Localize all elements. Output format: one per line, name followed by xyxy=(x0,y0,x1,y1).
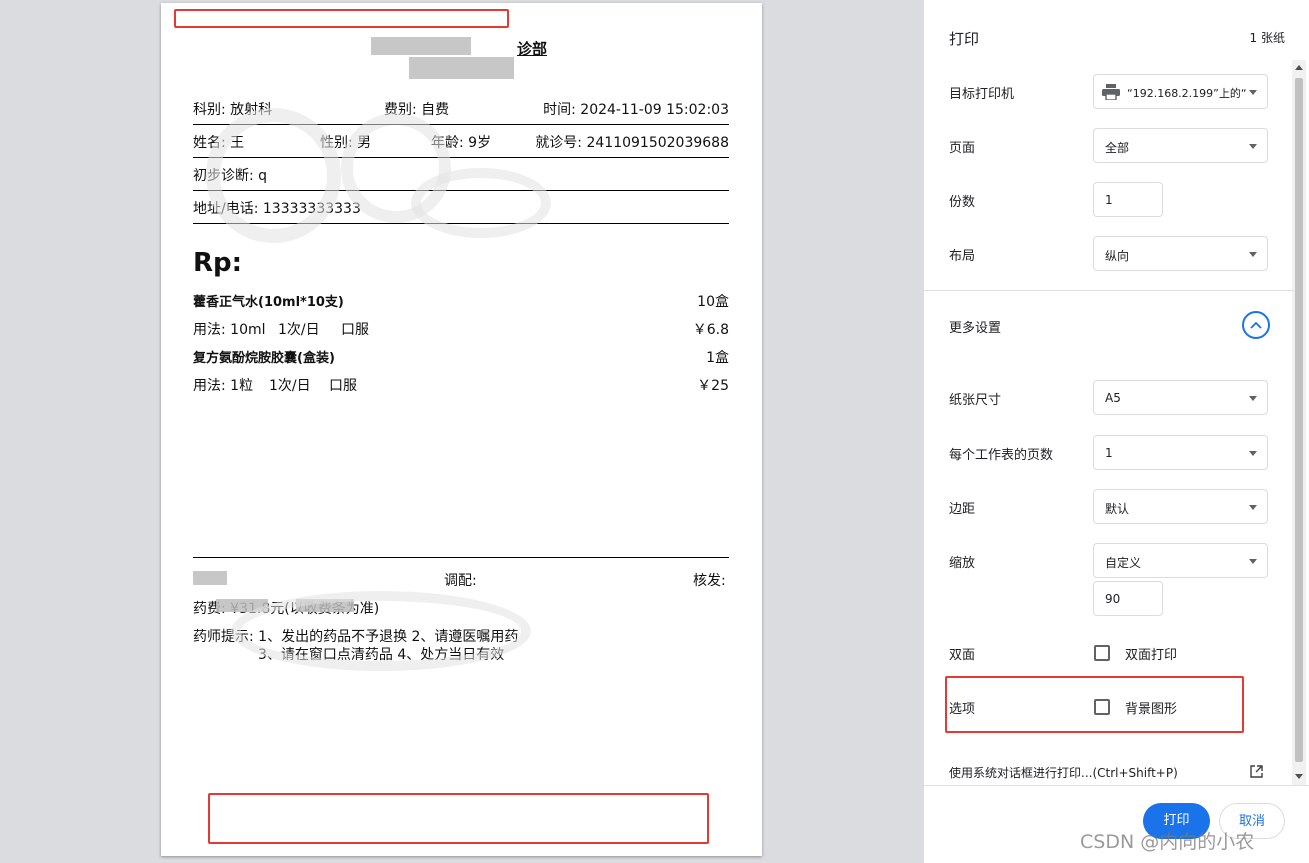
margins-value: 默认 xyxy=(1105,502,1130,516)
pages-value: 全部 xyxy=(1105,141,1130,155)
printer-value: “192.168.2.199”上的“ xyxy=(1127,87,1247,100)
phone-text: 地址/电话: 13333333333 xyxy=(193,201,361,217)
redacted-block xyxy=(216,599,268,612)
layout-select[interactable]: 纵向 xyxy=(1093,236,1268,271)
collapse-more-settings-button[interactable] xyxy=(1242,311,1270,339)
background-graphics-label[interactable]: 背景图形 xyxy=(1125,698,1177,717)
dropdown-arrow-icon xyxy=(1249,451,1257,456)
redacted-block xyxy=(193,571,227,585)
redacted-block xyxy=(371,37,471,55)
paper-size-value: A5 xyxy=(1105,391,1121,405)
panel-title: 打印 xyxy=(949,30,980,48)
pages-label: 页面 xyxy=(949,141,976,156)
preview-watermark-overlay xyxy=(411,168,551,238)
pages-select[interactable]: 全部 xyxy=(1093,128,1268,163)
dropdown-arrow-icon xyxy=(1249,559,1257,564)
drug-usage-route: 口服 xyxy=(341,322,369,338)
dropdown-arrow-icon xyxy=(1249,505,1257,510)
system-dialog-link[interactable]: 使用系统对话框进行打印...(Ctrl+Shift+P) xyxy=(949,764,1178,781)
divider-line xyxy=(193,190,729,191)
footer-highlight-box xyxy=(208,793,709,844)
duplex-checkbox[interactable] xyxy=(1094,645,1110,661)
redacted-block xyxy=(296,599,354,612)
chevron-up-icon xyxy=(1250,321,1262,329)
pages-per-sheet-select[interactable]: 1 xyxy=(1093,435,1268,470)
scale-select[interactable]: 自定义 xyxy=(1093,543,1268,578)
dropdown-arrow-icon xyxy=(1249,252,1257,257)
margins-label: 边距 xyxy=(949,502,976,517)
footer-divider xyxy=(924,785,1309,786)
pharmacist-tips-line1: 药师提示: 1、发出的药品不予退换 2、请遵医嘱用药 xyxy=(193,629,519,645)
department-text: 科别: 放射科 xyxy=(193,102,273,118)
pharmacist-tips-line2: 3、请在窗口点清药品 4、处方当日有效 xyxy=(258,647,505,663)
pages-per-sheet-label: 每个工作表的页数 xyxy=(949,448,1054,463)
drug-usage-frequency: 1次/日 xyxy=(269,378,311,394)
scale-percent-input[interactable]: 90 xyxy=(1093,581,1163,616)
margins-select[interactable]: 默认 xyxy=(1093,489,1268,524)
duplex-checkbox-label[interactable]: 双面打印 xyxy=(1125,644,1177,663)
scroll-up-arrow[interactable] xyxy=(1295,65,1303,70)
time-text: 时间: 2024-11-09 15:02:03 xyxy=(543,102,729,118)
drug-usage-route: 口服 xyxy=(329,378,357,394)
age-text: 年龄: 9岁 xyxy=(431,135,492,151)
copies-label: 份数 xyxy=(949,195,976,210)
drug-price: ￥25 xyxy=(697,378,729,394)
divider-line xyxy=(193,557,729,558)
print-preview-area: 诊部 科别: 放射科 费别: 自费 时间: 2024-11-09 15:02:0… xyxy=(0,0,924,863)
panel-scrollbar-thumb[interactable] xyxy=(1295,78,1303,762)
drug-price: ￥6.8 xyxy=(692,322,729,338)
printer-icon xyxy=(1102,84,1120,100)
drug-usage-dose: 用法: 1粒 xyxy=(193,378,254,394)
options-label: 选项 xyxy=(949,702,976,717)
scroll-down-arrow[interactable] xyxy=(1295,774,1303,779)
csdn-watermark: CSDN @内向的小农 xyxy=(1080,831,1255,853)
drug-usage-dose: 用法: 10ml xyxy=(193,322,266,338)
drug-name: 复方氨酚烷胺胶囊(盒装) xyxy=(193,351,335,366)
scale-value: 自定义 xyxy=(1105,556,1142,570)
printer-label: 目标打印机 xyxy=(949,87,1015,102)
redacted-block xyxy=(409,57,514,79)
drug-quantity: 10盒 xyxy=(697,294,729,310)
gender-text: 性别: 男 xyxy=(320,135,372,151)
dropdown-arrow-icon xyxy=(1249,144,1257,149)
sheet-count: 1 张纸 xyxy=(1249,31,1285,45)
divider-line xyxy=(193,124,729,125)
drug-usage-frequency: 1次/日 xyxy=(278,322,320,338)
pages-per-sheet-value: 1 xyxy=(1105,446,1113,460)
patient-name-text: 姓名: 王 xyxy=(193,135,245,151)
layout-label: 布局 xyxy=(949,249,976,264)
dropdown-arrow-icon xyxy=(1249,90,1257,95)
header-highlight-box xyxy=(174,9,509,28)
scale-label: 缩放 xyxy=(949,556,976,571)
divider-line xyxy=(193,223,729,224)
dispense-label: 调配: xyxy=(444,573,477,589)
background-graphics-checkbox[interactable] xyxy=(1094,699,1110,715)
preview-page: 诊部 科别: 放射科 费别: 自费 时间: 2024-11-09 15:02:0… xyxy=(161,3,762,856)
print-settings-panel: 打印 1 张纸 目标打印机 “192.168.2.199”上的“ 页面 全部 份… xyxy=(924,0,1309,863)
rp-symbol: Rp: xyxy=(193,248,243,278)
diagnosis-text: 初步诊断: q xyxy=(193,168,268,184)
drug-quantity: 1盒 xyxy=(706,350,729,366)
fee-type-text: 费别: 自费 xyxy=(384,102,450,118)
drug-name: 藿香正气水(10ml*10支) xyxy=(193,295,344,310)
duplex-label: 双面 xyxy=(949,648,976,663)
copies-input[interactable]: 1 xyxy=(1093,182,1163,217)
layout-value: 纵向 xyxy=(1105,249,1130,263)
open-in-new-icon[interactable] xyxy=(1250,765,1263,778)
copies-value: 1 xyxy=(1105,193,1113,207)
paper-size-select[interactable]: A5 xyxy=(1093,380,1268,415)
receipt-header-title: 诊部 xyxy=(517,40,548,58)
divider-line xyxy=(193,157,729,158)
scale-percent-value: 90 xyxy=(1105,592,1121,606)
section-divider xyxy=(924,290,1294,291)
more-settings-label[interactable]: 更多设置 xyxy=(949,317,1001,336)
printer-select[interactable]: “192.168.2.199”上的“ xyxy=(1093,74,1268,109)
review-label: 核发: xyxy=(693,573,726,589)
paper-size-label: 纸张尺寸 xyxy=(949,393,1002,408)
visit-number-text: 就诊号: 2411091502039688 xyxy=(535,135,729,151)
dropdown-arrow-icon xyxy=(1249,396,1257,401)
